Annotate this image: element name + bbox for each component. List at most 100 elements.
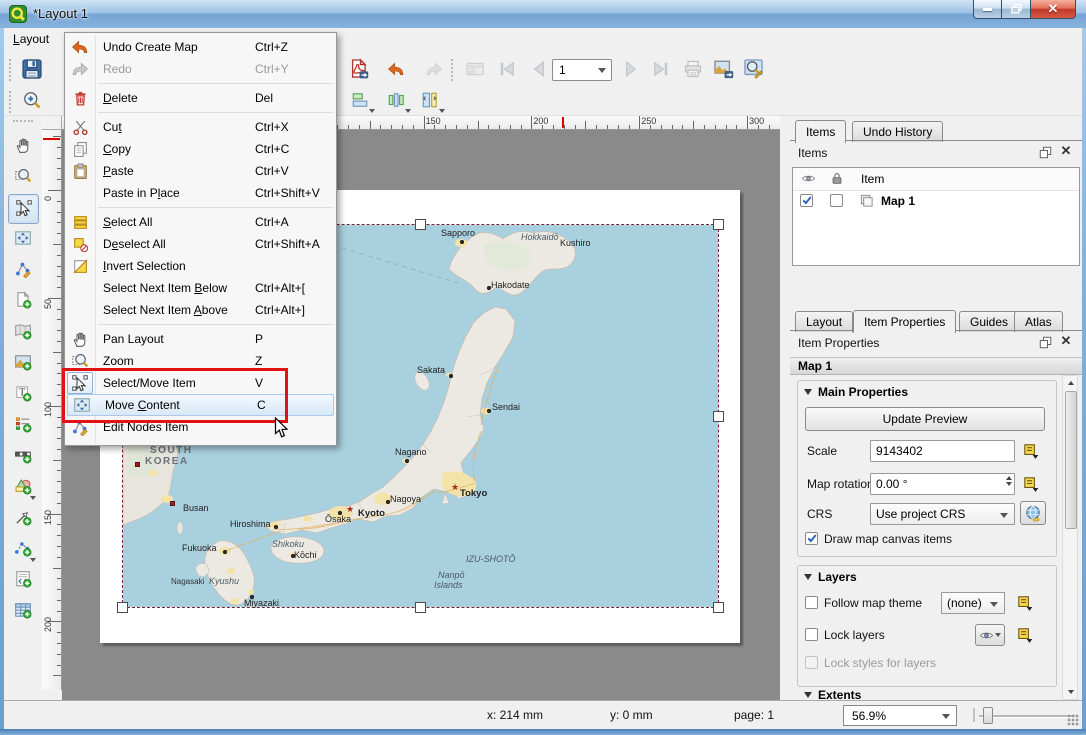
handle-middle-right[interactable] — [713, 411, 724, 422]
theme-override-button[interactable] — [1012, 593, 1038, 613]
menu-item-deselect-all[interactable]: Deselect All Ctrl+Shift+A — [65, 233, 336, 255]
update-preview-button[interactable]: Update Preview — [805, 407, 1045, 431]
add-table-tool-button[interactable] — [8, 597, 37, 625]
zoom-in-button[interactable] — [17, 88, 47, 114]
menu-item-paste-in-place[interactable]: Paste in Place Ctrl+Shift+V — [65, 182, 336, 204]
spinner-arrows-icon[interactable] — [1006, 476, 1012, 486]
add-nodes-tool-button[interactable] — [8, 535, 37, 563]
handle-top-middle[interactable] — [415, 219, 426, 230]
crs-combo[interactable]: Use project CRS — [870, 503, 1015, 525]
atlas-preview-button[interactable] — [460, 56, 490, 84]
float-panel-icon[interactable] — [1037, 334, 1053, 350]
save-button[interactable] — [17, 56, 47, 84]
menu-item-delete[interactable]: Delete Del — [65, 87, 336, 109]
float-panel-icon[interactable] — [1037, 144, 1053, 160]
resize-items-button[interactable] — [414, 88, 446, 114]
redo-button[interactable] — [419, 56, 449, 84]
draw-map-canvas-items-checkbox[interactable] — [805, 532, 818, 545]
menu-item-redo[interactable]: Redo Ctrl+Y — [65, 58, 336, 80]
tab-item-properties[interactable]: Item Properties — [853, 310, 956, 333]
handle-top-right[interactable] — [713, 219, 724, 230]
main-properties-header[interactable]: Main Properties — [804, 385, 908, 399]
atlas-print-button[interactable] — [678, 56, 708, 84]
scroll-down-icon[interactable] — [1064, 685, 1077, 699]
tab-undo-history[interactable]: Undo History — [852, 121, 943, 142]
properties-scrollbar[interactable] — [1062, 375, 1078, 700]
close-panel-icon[interactable]: ✕ — [1058, 333, 1074, 349]
tab-layout[interactable]: Layout — [795, 311, 853, 332]
toolbar-handle[interactable] — [13, 120, 33, 126]
menu-item-cut[interactable]: Cut Ctrl+X — [65, 116, 336, 138]
add-arrow-tool-button[interactable] — [8, 504, 37, 532]
atlas-export-button[interactable] — [708, 56, 738, 84]
handle-bottom-middle[interactable] — [415, 602, 426, 613]
map1-locked-checkbox[interactable] — [830, 194, 843, 207]
handle-bottom-right[interactable] — [713, 602, 724, 613]
menu-item-select-next-item-below[interactable]: Select Next Item Below Ctrl+Alt+[ — [65, 277, 336, 299]
zoom-level-combo[interactable]: 56.9% — [843, 705, 957, 726]
slider-thumb[interactable] — [983, 707, 993, 724]
undo-button[interactable] — [381, 56, 411, 84]
tab-items[interactable]: Items — [795, 120, 846, 143]
map1-visible-checkbox[interactable] — [800, 194, 813, 207]
add-page-tool-button[interactable] — [8, 287, 37, 315]
zoom-tool-button[interactable] — [8, 163, 37, 191]
crs-select-button[interactable] — [1020, 501, 1046, 525]
edit-nodes-tool-button[interactable] — [8, 256, 37, 284]
menu-item-paste[interactable]: Paste Ctrl+V — [65, 160, 336, 182]
items-list-header: Item — [793, 168, 1079, 191]
menu-item-copy[interactable]: Copy Ctrl+C — [65, 138, 336, 160]
menu-item-undo-create-map[interactable]: Undo Create Map Ctrl+Z — [65, 36, 336, 58]
scale-override-button[interactable] — [1018, 441, 1044, 461]
add-shape-tool-button[interactable] — [8, 473, 37, 501]
add-picture-tool-button[interactable] — [8, 349, 37, 377]
window-title: *Layout 1 — [33, 6, 88, 21]
menu-item-select-next-item-above[interactable]: Select Next Item Above Ctrl+Alt+] — [65, 299, 336, 321]
align-items-button[interactable] — [344, 88, 376, 114]
atlas-next-button[interactable] — [616, 56, 646, 84]
atlas-page-combo[interactable]: 1 — [552, 59, 612, 81]
map-theme-combo[interactable]: (none) — [941, 592, 1005, 614]
panel-splitter[interactable] — [780, 116, 790, 700]
tab-atlas[interactable]: Atlas — [1014, 311, 1063, 332]
atlas-last-button[interactable] — [646, 56, 676, 84]
export-pdf-button[interactable] — [343, 56, 373, 84]
scroll-up-icon[interactable] — [1064, 376, 1077, 390]
lock-layers-override-button[interactable] — [1012, 625, 1038, 645]
menu-item-select-all[interactable]: Select All Ctrl+A — [65, 211, 336, 233]
rotation-override-button[interactable] — [1018, 474, 1044, 494]
add-legend-tool-button[interactable] — [8, 411, 37, 439]
move-content-tool-button[interactable] — [8, 225, 37, 253]
close-button[interactable]: ✕ — [1030, 0, 1076, 19]
add-scalebar-tool-button[interactable] — [8, 442, 37, 470]
follow-map-theme-checkbox[interactable] — [805, 596, 818, 609]
pan-tool-button[interactable] — [8, 132, 37, 160]
atlas-first-button[interactable] — [492, 56, 522, 84]
atlas-prev-button[interactable] — [524, 56, 554, 84]
distribute-items-button[interactable] — [380, 88, 412, 114]
add-html-tool-button[interactable] — [8, 566, 37, 594]
add-map-tool-button[interactable] — [8, 318, 37, 346]
select-move-tool-button[interactable] — [8, 194, 39, 224]
lock-layers-checkbox[interactable] — [805, 628, 818, 641]
scrollbar-thumb[interactable] — [1065, 391, 1077, 529]
toolbar-handle[interactable] — [9, 91, 15, 113]
scale-input[interactable]: 9143402 — [870, 440, 1015, 462]
visible-layers-button[interactable] — [975, 624, 1005, 646]
add-label-tool-button[interactable]: T — [8, 380, 37, 408]
atlas-settings-button[interactable] — [738, 56, 768, 84]
minimize-button[interactable] — [973, 0, 1002, 19]
menu-item-invert-selection[interactable]: Invert Selection — [65, 255, 336, 277]
map-rotation-spinbox[interactable]: 0.00 ° — [870, 473, 1015, 495]
menubar-item-layout[interactable]: Layout — [4, 28, 58, 50]
restore-button[interactable] — [1002, 0, 1030, 19]
close-panel-icon[interactable]: ✕ — [1058, 143, 1074, 159]
layers-header[interactable]: Layers — [804, 570, 857, 584]
zoom-slider[interactable] — [965, 705, 1077, 726]
items-row-map1[interactable]: Map 1 — [793, 190, 1079, 212]
toolbar-handle[interactable] — [9, 59, 15, 81]
resize-grip[interactable] — [1067, 714, 1079, 726]
menu-item-pan-layout[interactable]: Pan Layout P — [65, 328, 336, 350]
tab-guides[interactable]: Guides — [959, 311, 1019, 332]
handle-bottom-left[interactable] — [117, 602, 128, 613]
